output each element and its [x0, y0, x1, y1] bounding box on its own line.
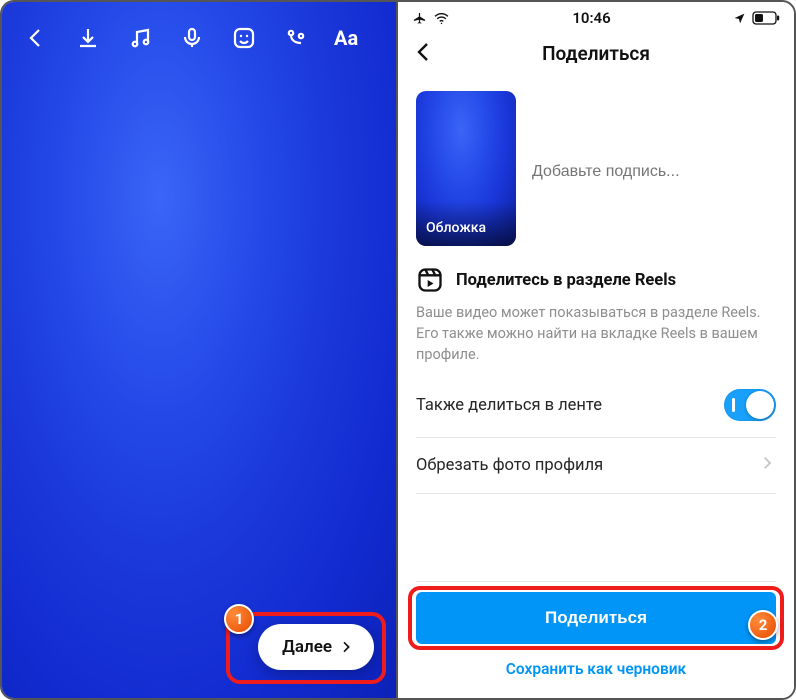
status-time: 10:46	[572, 9, 610, 27]
battery-icon	[752, 11, 780, 25]
page-title: Поделиться	[542, 42, 650, 65]
crop-profile-label: Обрезать фото профиля	[416, 456, 603, 475]
feed-toggle-label: Также делиться в ленте	[416, 396, 602, 415]
location-icon	[733, 12, 746, 25]
annotation-badge-1: 1	[224, 604, 254, 634]
bottom-actions: Поделиться Сохранить как черновик	[398, 592, 794, 698]
back-icon[interactable]	[412, 40, 440, 68]
crop-profile-row[interactable]: Обрезать фото профиля	[398, 438, 794, 493]
caption-input[interactable]	[532, 91, 776, 246]
editor-toolbar: Aa	[2, 2, 396, 52]
download-icon[interactable]	[74, 24, 102, 52]
next-button[interactable]: Далее	[258, 624, 374, 670]
effects-icon[interactable]	[282, 24, 310, 52]
reels-section: Поделитесь в разделе Reels Ваше видео мо…	[398, 248, 794, 373]
back-icon[interactable]	[22, 24, 50, 52]
next-button-label: Далее	[282, 637, 332, 657]
music-icon[interactable]	[126, 24, 154, 52]
wifi-icon	[433, 10, 450, 27]
share-pane: 10:46 Поделиться Обложка Поделите	[396, 2, 794, 698]
mic-icon[interactable]	[178, 24, 206, 52]
editor-pane: Aa Далее 1	[2, 2, 396, 698]
share-header: Поделиться	[398, 30, 794, 81]
sticker-icon[interactable]	[230, 24, 258, 52]
feed-toggle-row[interactable]: Также делиться в ленте	[398, 373, 794, 437]
reels-description: Ваше видео может показываться в разделе …	[416, 302, 776, 365]
airplane-mode-icon	[412, 11, 427, 26]
reels-title: Поделитесь в разделе Reels	[456, 271, 676, 290]
reels-icon	[416, 266, 444, 294]
cover-label: Обложка	[426, 220, 486, 236]
divider	[416, 581, 776, 582]
caption-row: Обложка	[398, 81, 794, 248]
status-bar: 10:46	[398, 2, 794, 30]
chevron-right-icon	[758, 454, 776, 477]
share-button[interactable]: Поделиться	[416, 592, 776, 644]
cover-thumbnail[interactable]: Обложка	[416, 91, 516, 246]
feed-toggle[interactable]	[724, 389, 776, 421]
save-draft-link[interactable]: Сохранить как черновик	[416, 660, 776, 678]
text-tool-icon[interactable]: Aa	[334, 26, 358, 50]
